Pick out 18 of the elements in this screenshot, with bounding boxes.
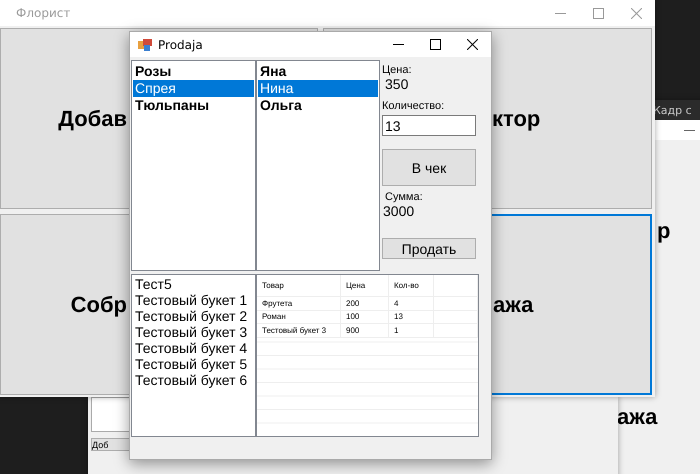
table-cell: 900 [341, 324, 389, 338]
table-cell: 1 [389, 324, 434, 338]
table-cell: 200 [341, 297, 389, 310]
table-cell: 4 [389, 297, 434, 310]
button-text: р [657, 218, 670, 244]
price-label: Цена: [382, 64, 413, 76]
price-value: 350 [385, 76, 410, 92]
sum-label: Сумма: [385, 191, 424, 203]
sum-value: 3000 [383, 203, 416, 219]
dialog-title: Prodaja [158, 38, 203, 52]
table-cell: Тестовый букет 3 [257, 324, 341, 338]
table-cell: 13 [389, 310, 434, 324]
window-title: Флорист [16, 6, 70, 20]
button-text: ажа [617, 404, 658, 430]
table-cell: 100 [341, 310, 389, 324]
table-cell: Роман [257, 310, 341, 324]
quantity-label: Количество: [382, 100, 446, 112]
table-cell: Фрутета [257, 297, 341, 310]
